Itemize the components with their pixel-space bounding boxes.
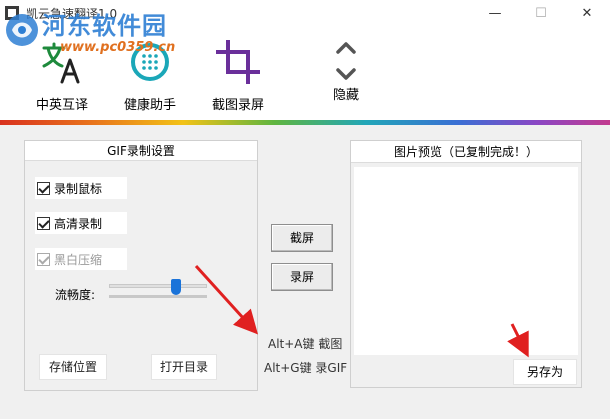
fluency-label: 流畅度: <box>55 288 96 302</box>
bw-compress-label: 黑白压缩 <box>54 252 103 267</box>
checkbox-checked-icon <box>37 216 50 230</box>
image-preview-area <box>354 167 578 355</box>
watermark-logo <box>6 14 38 46</box>
rainbow-divider <box>0 120 610 125</box>
fluency-slider-base <box>109 295 207 298</box>
fluency-slider-thumb[interactable] <box>170 279 181 295</box>
close-button[interactable]: ✕ <box>564 0 610 26</box>
record-screen-button[interactable]: 录屏 <box>271 263 333 291</box>
gif-settings-panel: GIF录制设置 录制鼠标 高清录制 黑白压缩 流畅度: 存储位置 打开目录 <box>24 140 258 391</box>
watermark-url: www.pc0359.cn <box>60 40 176 55</box>
gif-settings-title: GIF录制设置 <box>25 141 257 161</box>
checkbox-checked-icon <box>37 252 50 266</box>
record-mouse-label: 录制鼠标 <box>54 181 103 196</box>
save-location-button[interactable]: 存储位置 <box>39 354 107 380</box>
bw-compress-checkbox: 黑白压缩 <box>35 248 127 270</box>
hide-tool-button[interactable]: 隐藏 <box>318 34 374 114</box>
translate-label: 中英互译 <box>35 98 88 113</box>
image-preview-title: 图片预览（已复制完成！） <box>351 141 581 163</box>
minimize-button[interactable]: — <box>472 0 518 26</box>
capture-label: 截图录屏 <box>211 98 264 113</box>
hide-label: 隐藏 <box>332 88 359 103</box>
fluency-slider-track[interactable] <box>109 284 207 288</box>
save-as-button[interactable]: 另存为 <box>513 359 577 385</box>
health-label: 健康助手 <box>123 98 176 113</box>
hd-record-checkbox[interactable]: 高清录制 <box>35 212 127 234</box>
screenshot-button[interactable]: 截屏 <box>271 224 333 252</box>
checkbox-checked-icon <box>37 181 50 195</box>
image-preview-panel: 图片预览（已复制完成！） 另存为 <box>350 140 582 388</box>
hd-record-label: 高清录制 <box>54 216 103 231</box>
chevron-up-down-icon <box>336 42 356 80</box>
crop-icon <box>216 40 260 84</box>
capture-tool-button[interactable]: 截图录屏 <box>206 34 270 114</box>
open-directory-button[interactable]: 打开目录 <box>151 354 217 380</box>
watermark-site-name: 河东软件园 <box>42 12 167 40</box>
record-mouse-checkbox[interactable]: 录制鼠标 <box>35 177 127 199</box>
gif-hotkey-hint: Alt+G键 录GIF <box>264 361 348 375</box>
screenshot-hotkey-hint: Alt+A键 截图 <box>268 337 343 351</box>
maximize-button[interactable]: ☐ <box>518 0 564 26</box>
